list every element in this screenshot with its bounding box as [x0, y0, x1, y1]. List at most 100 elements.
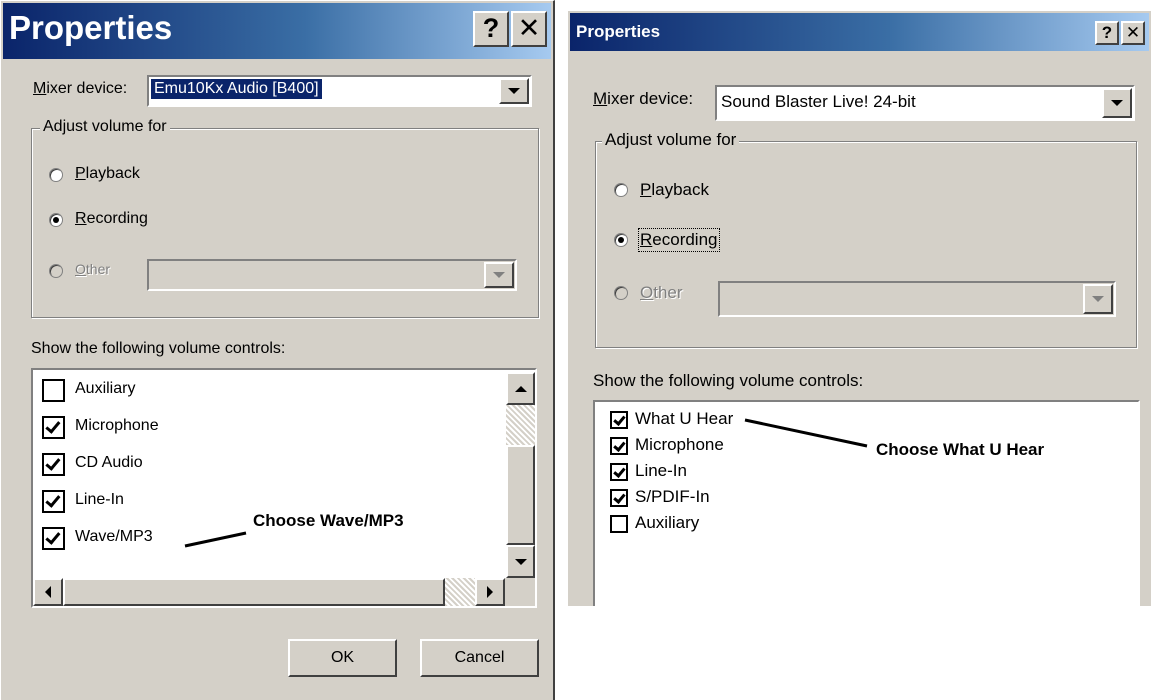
checkbox[interactable] [42, 453, 65, 476]
radio-playback-label[interactable]: Playback [640, 180, 709, 200]
checkmark-icon [612, 464, 626, 478]
radio-recording-label[interactable]: Recording [638, 228, 720, 252]
checkmark-icon [45, 529, 61, 545]
list-item-label: Microphone [75, 417, 159, 434]
callout-wave-mp3: Choose Wave/MP3 [253, 511, 404, 530]
dropdown-button[interactable] [484, 262, 514, 288]
radio-playback[interactable] [614, 183, 628, 197]
dropdown-button[interactable] [1102, 88, 1132, 118]
scrollbar-track-upper[interactable] [506, 405, 535, 445]
scrollbar-thumb[interactable] [506, 445, 535, 545]
list-item[interactable]: Auxiliary [595, 512, 1135, 538]
mixer-device-select[interactable]: Sound Blaster Live! 24-bit [715, 85, 1135, 121]
checkbox[interactable] [42, 416, 65, 439]
arrow-up-icon [514, 385, 527, 392]
volume-controls-list[interactable]: What U Hear Microphone Line-In S/PDIF-In Aux… [593, 400, 1140, 606]
radio-recording[interactable] [49, 213, 63, 227]
list-item-label: Microphone [635, 435, 724, 454]
radio-other-label[interactable]: Other [640, 283, 683, 303]
checkmark-icon [612, 490, 626, 504]
list-item[interactable]: Auxiliary [33, 376, 503, 413]
callout-what-u-hear: Choose What U Hear [876, 440, 1045, 459]
close-icon: ✕ [517, 13, 541, 43]
list-item[interactable]: Line-In [595, 460, 1135, 486]
radio-selected-dot [618, 237, 624, 243]
help-button[interactable]: ? [1095, 21, 1119, 45]
list-item[interactable]: S/PDIF-In [595, 486, 1135, 512]
adjust-volume-legend: Adjust volume for [40, 118, 170, 136]
checkmark-icon [612, 412, 626, 426]
close-button[interactable]: ✕ [1121, 21, 1145, 45]
list-item-label: Line-In [75, 491, 124, 508]
radio-playback-label[interactable]: Playback [75, 165, 140, 183]
list-item-label: What U Hear [635, 409, 734, 428]
checkbox[interactable] [42, 527, 65, 550]
dropdown-button[interactable] [1083, 284, 1113, 314]
help-button[interactable]: ? [473, 11, 509, 47]
other-device-select[interactable] [718, 281, 1116, 317]
checkmark-icon [45, 418, 61, 434]
mixer-device-label: Mixer device: [593, 89, 694, 108]
dialog-title: Properties [576, 22, 661, 41]
checkmark-icon [45, 455, 61, 471]
radio-selected-dot [53, 217, 59, 223]
mixer-device-select[interactable]: Emu10Kx Audio [B400] [147, 75, 532, 107]
ok-button[interactable]: OK [288, 639, 397, 677]
radio-playback[interactable] [49, 168, 63, 182]
scroll-right-button[interactable] [475, 578, 505, 606]
chevron-down-icon [508, 88, 520, 94]
volume-controls-label: Show the following volume controls: [593, 371, 864, 390]
dialog-title: Properties [9, 9, 173, 46]
checkbox[interactable] [610, 515, 628, 533]
checkbox[interactable] [610, 437, 628, 455]
other-device-select[interactable] [147, 259, 517, 291]
properties-dialog-left: Properties ? ✕ Mixer device: Emu10Kx Aud… [0, 0, 555, 700]
radio-recording-label[interactable]: Recording [75, 210, 148, 228]
checkmark-icon [612, 438, 626, 452]
horizontal-scrollbar-thumb[interactable] [63, 578, 445, 606]
checkbox[interactable] [610, 489, 628, 507]
title-bar[interactable]: Properties ? ✕ [570, 13, 1149, 51]
horizontal-scrollbar[interactable] [33, 578, 535, 606]
checkbox[interactable] [610, 463, 628, 481]
help-icon: ? [1101, 23, 1113, 42]
arrow-left-icon [45, 586, 51, 598]
arrow-down-icon [514, 558, 527, 565]
list-item[interactable]: What U Hear [595, 408, 1135, 434]
checkmark-icon [45, 492, 61, 508]
cancel-button[interactable]: Cancel [420, 639, 539, 677]
list-item[interactable]: Microphone [33, 413, 503, 450]
adjust-volume-legend: Adjust volume for [602, 130, 740, 150]
list-item-label: Line-In [635, 461, 687, 480]
list-item-label: Wave/MP3 [75, 528, 153, 545]
radio-other[interactable] [614, 286, 628, 300]
radio-other-label[interactable]: Other [75, 261, 110, 277]
help-icon: ? [482, 13, 500, 43]
chevron-down-icon [1092, 296, 1104, 302]
chevron-down-icon [493, 272, 505, 278]
volume-controls-label: Show the following volume controls: [31, 340, 286, 357]
mixer-device-value: Sound Blaster Live! 24-bit [721, 92, 916, 111]
properties-dialog-right: Properties ? ✕ Mixer device: Sound Blast… [567, 10, 1151, 606]
scroll-up-button[interactable] [506, 372, 535, 405]
volume-controls-list[interactable]: Auxiliary Microphone CD Audio Line-In Wave/M… [31, 368, 537, 608]
scroll-left-button[interactable] [33, 578, 63, 606]
dropdown-button[interactable] [499, 78, 529, 104]
list-item-label: S/PDIF-In [635, 487, 710, 506]
arrow-right-icon [487, 586, 493, 598]
scroll-down-button[interactable] [506, 545, 535, 578]
title-bar[interactable]: Properties ? ✕ [3, 3, 551, 59]
radio-recording[interactable] [614, 233, 628, 247]
list-item[interactable]: CD Audio [33, 450, 503, 487]
list-item[interactable]: Microphone [595, 434, 1135, 460]
checkbox[interactable] [42, 379, 65, 402]
list-item-label: Auxiliary [635, 513, 700, 532]
horizontal-scrollbar-track[interactable] [445, 578, 475, 606]
checkbox[interactable] [610, 411, 628, 429]
radio-other[interactable] [49, 264, 63, 278]
close-button[interactable]: ✕ [511, 11, 547, 47]
chevron-down-icon [1111, 100, 1123, 106]
mixer-device-value: Emu10Kx Audio [B400] [151, 79, 322, 99]
checkbox[interactable] [42, 490, 65, 513]
close-icon: ✕ [1125, 23, 1141, 42]
